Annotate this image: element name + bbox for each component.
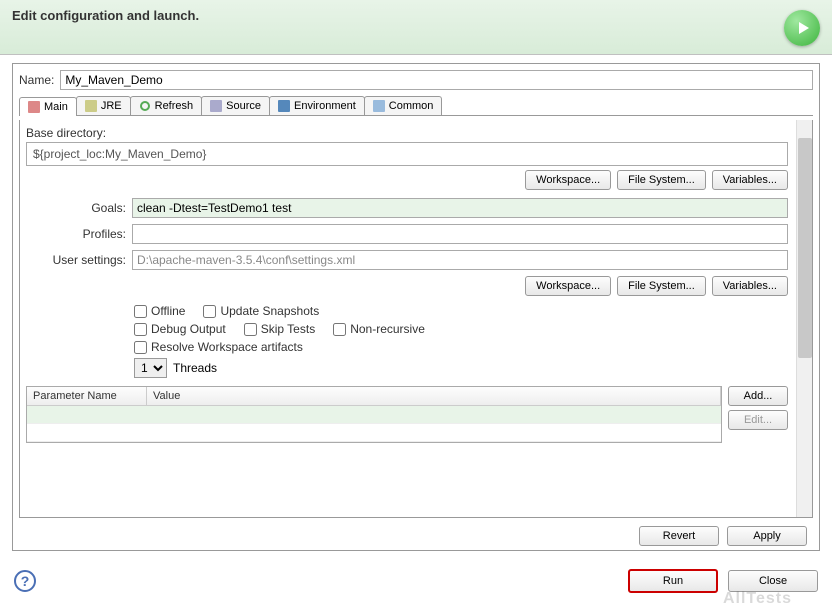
revert-apply-row: Revert Apply: [19, 526, 813, 546]
tab-source[interactable]: Source: [201, 96, 270, 115]
offline-check[interactable]: Offline: [134, 304, 185, 318]
header-title: Edit configuration and launch.: [12, 8, 199, 23]
user-settings-input[interactable]: [132, 250, 788, 270]
param-col-name: Parameter Name: [27, 387, 147, 405]
profiles-input[interactable]: [132, 224, 788, 244]
goals-input[interactable]: [132, 198, 788, 218]
tab-environment[interactable]: Environment: [269, 96, 365, 115]
dialog-footer: ? Run Close AllTests: [0, 559, 832, 603]
scrollbar[interactable]: [796, 120, 812, 517]
content-area: Name: Main JRE Refresh: [0, 55, 832, 559]
basedir-input[interactable]: ${project_loc:My_Maven_Demo}: [26, 142, 788, 166]
variables-button[interactable]: Variables...: [712, 170, 788, 190]
workspace-button-2[interactable]: Workspace...: [525, 276, 611, 296]
goals-label: Goals:: [26, 201, 126, 215]
param-table-header: Parameter Name Value: [27, 387, 721, 406]
check-row-3: Resolve Workspace artifacts: [134, 340, 788, 354]
run-button[interactable]: Run: [628, 569, 718, 593]
name-row: Name:: [19, 70, 813, 90]
run-header-icon: [784, 10, 820, 46]
parameters-area: Parameter Name Value Add... Edit...: [26, 386, 788, 443]
param-buttons: Add... Edit...: [728, 386, 788, 443]
jre-tab-icon: [85, 100, 97, 112]
common-tab-icon: [373, 100, 385, 112]
user-settings-label: User settings:: [26, 253, 126, 267]
table-row[interactable]: [27, 424, 721, 442]
variables-button-2[interactable]: Variables...: [712, 276, 788, 296]
edit-param-button: Edit...: [728, 410, 788, 430]
filesystem-button[interactable]: File System...: [617, 170, 706, 190]
basedir-btn-row: Workspace... File System... Variables...: [26, 170, 788, 190]
threads-row: 1 Threads: [134, 358, 788, 378]
scrollbar-thumb[interactable]: [798, 138, 812, 358]
tab-refresh[interactable]: Refresh: [130, 96, 203, 115]
table-row[interactable]: [27, 406, 721, 424]
tab-jre[interactable]: JRE: [76, 96, 131, 115]
filesystem-button-2[interactable]: File System...: [617, 276, 706, 296]
param-table-body: [27, 406, 721, 442]
apply-button[interactable]: Apply: [727, 526, 807, 546]
param-col-value: Value: [147, 387, 721, 405]
usersettings-btn-row: Workspace... File System... Variables...: [26, 276, 788, 296]
main-tab-icon: [28, 101, 40, 113]
refresh-tab-icon: [139, 100, 151, 112]
parameters-table[interactable]: Parameter Name Value: [26, 386, 722, 443]
source-tab-icon: [210, 100, 222, 112]
help-icon[interactable]: ?: [14, 570, 36, 592]
tab-common[interactable]: Common: [364, 96, 443, 115]
revert-button[interactable]: Revert: [639, 526, 719, 546]
profiles-label: Profiles:: [26, 227, 126, 241]
threads-select[interactable]: 1: [134, 358, 167, 378]
footer-buttons: Run Close: [628, 569, 818, 593]
check-row-2: Debug Output Skip Tests Non-recursive: [134, 322, 788, 336]
dialog-header: Edit configuration and launch.: [0, 0, 832, 55]
config-panel: Name: Main JRE Refresh: [12, 63, 820, 551]
workspace-button[interactable]: Workspace...: [525, 170, 611, 190]
name-label: Name:: [19, 73, 54, 87]
tab-bar: Main JRE Refresh Source: [19, 96, 813, 116]
check-row-1: Offline Update Snapshots: [134, 304, 788, 318]
debug-output-check[interactable]: Debug Output: [134, 322, 226, 336]
skip-tests-check[interactable]: Skip Tests: [244, 322, 315, 336]
non-recursive-check[interactable]: Non-recursive: [333, 322, 425, 336]
add-param-button[interactable]: Add...: [728, 386, 788, 406]
basedir-label: Base directory:: [26, 126, 788, 140]
tab-main[interactable]: Main: [19, 97, 77, 116]
profiles-row: Profiles:: [26, 224, 788, 244]
tab-main-body: Base directory: ${project_loc:My_Maven_D…: [19, 120, 813, 518]
environment-tab-icon: [278, 100, 290, 112]
goals-row: Goals:: [26, 198, 788, 218]
resolve-workspace-check[interactable]: Resolve Workspace artifacts: [134, 340, 303, 354]
user-settings-row: User settings:: [26, 250, 788, 270]
name-input[interactable]: [60, 70, 813, 90]
update-snapshots-check[interactable]: Update Snapshots: [203, 304, 319, 318]
threads-label: Threads: [173, 361, 217, 375]
close-button[interactable]: Close: [728, 570, 818, 592]
